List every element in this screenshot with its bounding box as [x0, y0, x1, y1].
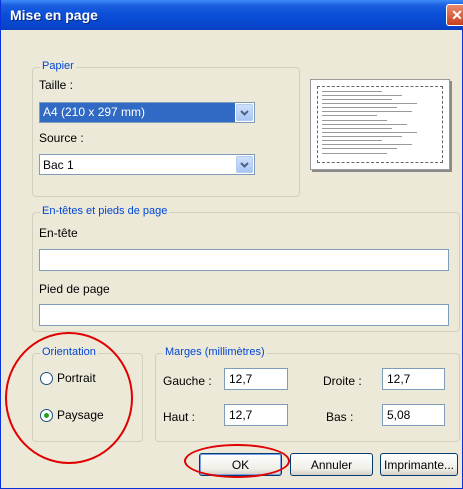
dialog-body: Papier Taille : A4 (210 x 297 mm) Source…: [4, 30, 461, 486]
cancel-button[interactable]: Annuler: [290, 453, 373, 476]
close-icon: ✕: [451, 6, 463, 23]
left-margin-label: Gauche :: [163, 374, 212, 388]
footer-label: Pied de page: [39, 282, 110, 296]
ok-button-label: OK: [231, 457, 250, 472]
size-select-value: A4 (210 x 297 mm): [40, 103, 235, 122]
right-margin-input[interactable]: 12,7: [382, 368, 445, 390]
size-select[interactable]: A4 (210 x 297 mm): [39, 102, 255, 123]
cancel-button-label: Annuler: [310, 457, 353, 472]
page-preview-margins: [317, 86, 443, 163]
top-margin-input[interactable]: 12,7: [224, 404, 288, 426]
orientation-legend: Orientation: [40, 346, 98, 358]
footer-input[interactable]: [39, 304, 449, 326]
close-button[interactable]: ✕: [446, 4, 463, 26]
source-select[interactable]: Bac 1: [39, 154, 255, 175]
left-margin-value: 12,7: [229, 372, 253, 386]
left-margin-input[interactable]: 12,7: [224, 368, 288, 390]
top-margin-label: Haut :: [163, 410, 196, 424]
paper-legend: Papier: [40, 60, 76, 72]
header-label: En-tête: [39, 226, 78, 240]
margins-group: Marges (millimètres): [155, 346, 460, 442]
orientation-group: Orientation: [32, 346, 143, 442]
page-setup-dialog: Mise en page ✕ Papier Taille : A4 (210 x…: [0, 0, 463, 489]
chevron-down-icon[interactable]: [236, 156, 253, 173]
printer-button-label: Imprimante...: [383, 457, 455, 472]
portrait-radio[interactable]: [40, 372, 53, 385]
printer-button[interactable]: Imprimante...: [380, 453, 458, 476]
top-margin-value: 12,7: [229, 408, 253, 422]
bottom-margin-value: 5,08: [387, 408, 411, 422]
portrait-label[interactable]: Portrait: [57, 371, 96, 385]
landscape-label[interactable]: Paysage: [57, 408, 104, 422]
right-margin-label: Droite :: [323, 374, 362, 388]
header-input[interactable]: [39, 249, 449, 271]
landscape-radio[interactable]: [40, 409, 53, 422]
bottom-margin-input[interactable]: 5,08: [382, 404, 445, 426]
window-title: Mise en page: [10, 7, 98, 23]
source-label: Source :: [39, 131, 84, 145]
ok-button[interactable]: OK: [199, 453, 282, 476]
headers-footers-legend: En-têtes et pieds de page: [40, 205, 170, 217]
source-select-value: Bac 1: [43, 158, 74, 172]
bottom-margin-label: Bas :: [326, 410, 354, 424]
chevron-down-icon[interactable]: [236, 104, 253, 121]
title-bar[interactable]: Mise en page ✕: [1, 0, 463, 30]
page-preview: [310, 79, 450, 170]
margins-legend: Marges (millimètres): [163, 346, 267, 358]
size-label: Taille :: [39, 78, 74, 92]
right-margin-value: 12,7: [387, 372, 411, 386]
